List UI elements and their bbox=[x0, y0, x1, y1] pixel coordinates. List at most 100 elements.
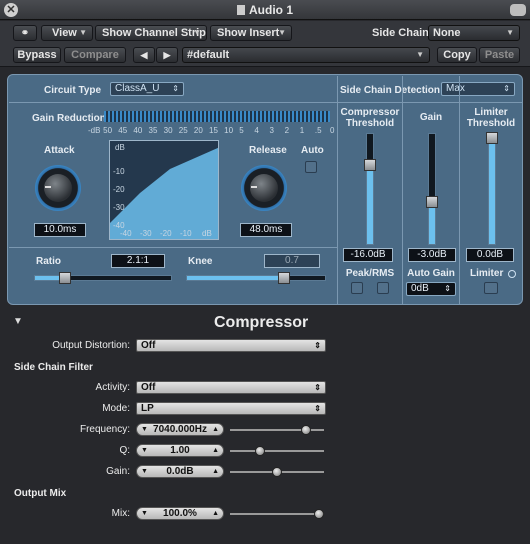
chevron-updown-icon: ⇕ bbox=[503, 84, 510, 93]
knee-thumb[interactable] bbox=[277, 272, 290, 284]
view-menu[interactable]: View ▼ bbox=[41, 25, 93, 41]
stepper-down-icon[interactable]: ▼ bbox=[141, 424, 148, 435]
threshold-fill bbox=[367, 164, 373, 244]
stepper-up-icon[interactable]: ▲ bbox=[212, 424, 219, 435]
graph-x-tick: -10 bbox=[180, 229, 192, 238]
arrow-left-icon: ◀ bbox=[140, 50, 148, 60]
mode-value: LP bbox=[141, 403, 154, 414]
side-chain-select[interactable]: None ▼ bbox=[428, 25, 520, 41]
stepper-up-icon[interactable]: ▲ bbox=[212, 508, 219, 519]
graph-y-tick: -10 bbox=[113, 167, 125, 176]
previous-preset-button[interactable]: ◀ bbox=[133, 47, 155, 63]
q-stepper[interactable]: ▼ 1.00 ▲ bbox=[136, 444, 224, 457]
stepper-down-icon[interactable]: ▼ bbox=[141, 466, 148, 477]
q-thumb[interactable] bbox=[255, 446, 266, 456]
window-title: Audio 1 bbox=[0, 3, 530, 17]
paste-label: Paste bbox=[484, 49, 515, 61]
transfer-curve-svg bbox=[110, 147, 218, 239]
show-channel-strip-menu[interactable]: Show Channel Strip ▼ bbox=[95, 25, 207, 41]
gain-thumb[interactable] bbox=[426, 196, 438, 209]
q-slider[interactable] bbox=[230, 446, 324, 456]
auto-gain-label: Auto Gain bbox=[407, 268, 455, 279]
limiter-threshold-slider[interactable] bbox=[486, 132, 498, 245]
graph-x-tick: -30 bbox=[140, 229, 152, 238]
gain-slider[interactable] bbox=[426, 133, 438, 245]
extended-parameters: ▼ Compressor Output Distortion: Off ⇕ Sid… bbox=[0, 306, 530, 544]
activity-value: Off bbox=[141, 382, 156, 393]
ratio-slider[interactable] bbox=[34, 272, 172, 284]
side-chain-detection-value: Max bbox=[446, 83, 465, 94]
peak-checkbox[interactable] bbox=[351, 282, 363, 294]
disclosure-triangle-icon[interactable]: ▼ bbox=[13, 316, 23, 327]
compressor-threshold-slider[interactable] bbox=[364, 133, 376, 245]
threshold-thumb[interactable] bbox=[364, 158, 376, 171]
frequency-thumb[interactable] bbox=[301, 425, 312, 435]
side-chain-detection-select[interactable]: Max ⇕ bbox=[441, 82, 515, 96]
ratio-value[interactable]: 2.1:1 bbox=[111, 254, 165, 268]
link-button[interactable]: ⚭ bbox=[13, 25, 37, 41]
mix-thumb[interactable] bbox=[314, 509, 324, 519]
release-label: Release bbox=[249, 145, 287, 156]
limiter-thumb[interactable] bbox=[486, 132, 498, 145]
auto-gain-select[interactable]: 0dB ⇕ bbox=[406, 282, 456, 296]
compare-button[interactable]: Compare bbox=[64, 47, 126, 63]
output-distortion-select[interactable]: Off ⇕ bbox=[136, 339, 326, 352]
mix-stepper[interactable]: ▼ 100.0% ▲ bbox=[136, 507, 224, 520]
mode-select[interactable]: LP ⇕ bbox=[136, 402, 326, 415]
mix-slider[interactable] bbox=[230, 509, 324, 519]
frequency-slider[interactable] bbox=[230, 425, 324, 435]
stepper-down-icon[interactable]: ▼ bbox=[141, 445, 148, 456]
gr-scale-tick: 4 bbox=[254, 126, 259, 135]
circuit-type-select[interactable]: ClassA_U ⇕ bbox=[110, 82, 184, 96]
stepper-up-icon[interactable]: ▲ bbox=[212, 445, 219, 456]
activity-label: Activity: bbox=[95, 382, 130, 393]
graph-db-label: dB bbox=[115, 143, 125, 152]
show-insert-menu[interactable]: Show Insert ▼ bbox=[210, 25, 292, 41]
compressor-panel: Circuit Type ClassA_U ⇕ Side Chain Detect… bbox=[7, 74, 523, 305]
preset-select[interactable]: #default ▼ bbox=[182, 47, 430, 63]
limiter-threshold-value[interactable]: 0.0dB bbox=[466, 248, 514, 262]
next-preset-button[interactable]: ▶ bbox=[156, 47, 178, 63]
circuit-type-value: ClassA_U bbox=[115, 83, 160, 94]
gr-scale-tick: 40 bbox=[133, 126, 143, 135]
ratio-thumb[interactable] bbox=[58, 272, 71, 284]
attack-knob[interactable] bbox=[35, 165, 81, 211]
knee-slider[interactable] bbox=[186, 272, 326, 284]
gr-scale-tick: 10 bbox=[224, 126, 234, 135]
knee-label: Knee bbox=[188, 256, 213, 267]
document-icon bbox=[237, 5, 245, 15]
activity-select[interactable]: Off ⇕ bbox=[136, 381, 326, 394]
gr-scale-tick: 25 bbox=[178, 126, 188, 135]
release-value[interactable]: 48.0ms bbox=[240, 223, 292, 237]
filter-gain-slider[interactable] bbox=[230, 467, 324, 477]
mode-label: Mode: bbox=[102, 403, 130, 414]
plugin-header: ⚭ View ▼ Show Channel Strip ▼ Show Insert ▼… bbox=[0, 21, 530, 67]
threshold-value[interactable]: -16.0dB bbox=[343, 248, 393, 262]
knee-value[interactable]: 0.7 bbox=[264, 254, 320, 268]
toolbar-toggle-icon[interactable] bbox=[510, 4, 526, 16]
stepper-down-icon[interactable]: ▼ bbox=[141, 508, 148, 519]
limiter-checkbox[interactable] bbox=[484, 282, 498, 294]
rms-checkbox[interactable] bbox=[377, 282, 389, 294]
gain-reduction-meter bbox=[104, 111, 330, 122]
stepper-up-icon[interactable]: ▲ bbox=[212, 466, 219, 477]
auto-label: Auto bbox=[301, 145, 324, 156]
output-distortion-value: Off bbox=[141, 340, 156, 351]
gain-value[interactable]: -3.0dB bbox=[408, 248, 456, 262]
attack-value[interactable]: 10.0ms bbox=[34, 223, 86, 237]
filter-gain-stepper[interactable]: ▼ 0.0dB ▲ bbox=[136, 465, 224, 478]
graph-y-tick: -30 bbox=[113, 203, 125, 212]
filter-gain-thumb[interactable] bbox=[272, 467, 282, 477]
ratio-label: Ratio bbox=[36, 256, 61, 267]
frequency-stepper[interactable]: ▼ 7040.000Hz ▲ bbox=[136, 423, 224, 436]
gr-scale-tick: 20 bbox=[193, 126, 203, 135]
q-value: 1.00 bbox=[170, 445, 190, 456]
bypass-button[interactable]: Bypass bbox=[13, 47, 61, 63]
copy-button[interactable]: Copy bbox=[437, 47, 477, 63]
graph-x-tick: -20 bbox=[160, 229, 172, 238]
release-knob[interactable] bbox=[241, 165, 287, 211]
gr-scale-tick: 15 bbox=[209, 126, 218, 135]
auto-release-checkbox[interactable] bbox=[305, 161, 317, 173]
gr-scale-tick: .5 bbox=[314, 126, 322, 135]
paste-button[interactable]: Paste bbox=[479, 47, 520, 63]
